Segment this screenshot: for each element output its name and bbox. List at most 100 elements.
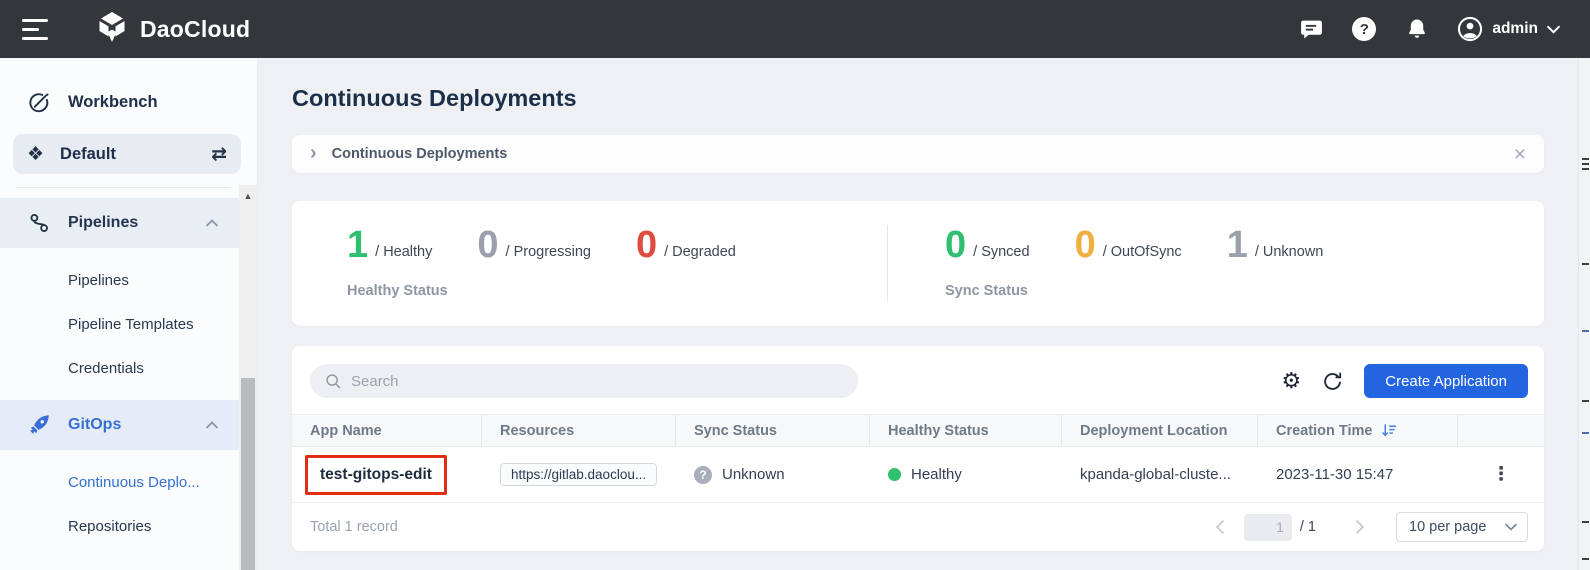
- page-scrollbar[interactable]: [1578, 58, 1590, 570]
- column-header-sync-status[interactable]: Sync Status: [676, 415, 870, 446]
- stat-healthy: 1 / Healthy: [347, 228, 432, 262]
- healthy-status-text: Healthy: [911, 466, 962, 483]
- stat-outofsync-value: 0: [1075, 228, 1096, 262]
- creation-time-cell: 2023-11-30 15:47: [1258, 466, 1458, 483]
- creation-time-label: Creation Time: [1276, 423, 1372, 439]
- stat-unknown: 1 / Unknown: [1227, 228, 1324, 262]
- chevron-down-icon: [1547, 25, 1560, 34]
- hamburger-menu-icon[interactable]: [22, 19, 48, 40]
- user-menu[interactable]: admin: [1457, 16, 1560, 42]
- column-header-app-name[interactable]: App Name: [292, 415, 482, 446]
- column-header-healthy-status[interactable]: Healthy Status: [870, 415, 1062, 446]
- sidebar-item-workbench[interactable]: Workbench: [0, 80, 257, 124]
- stat-progressing-label: / Progressing: [506, 244, 591, 262]
- stat-degraded-value: 0: [636, 228, 657, 262]
- pagination: 1 / 1 10 per page: [1214, 512, 1528, 542]
- sidebar-scrollbar-thumb[interactable]: [241, 378, 255, 570]
- applications-table-card: ⚙ Create Application App Name Resources …: [292, 346, 1544, 551]
- table-header: App Name Resources Sync Status Healthy S…: [292, 414, 1544, 447]
- sidebar-item-pipelines[interactable]: Pipelines: [0, 258, 257, 302]
- healthy-status-caption: Healthy Status: [347, 283, 887, 299]
- row-actions-cell: ⋮: [1458, 463, 1544, 486]
- page-size-value: 10 per page: [1409, 519, 1486, 535]
- diamond-icon: ❖: [27, 143, 44, 166]
- rocket-icon: [27, 413, 51, 437]
- question-circle-icon: ?: [694, 466, 712, 484]
- resource-url-chip[interactable]: https://gitlab.daoclou...: [500, 463, 657, 486]
- search-icon: [324, 372, 342, 390]
- column-header-creation-time[interactable]: Creation Time: [1258, 415, 1458, 446]
- chevron-down-icon: [1495, 523, 1517, 531]
- column-header-resources[interactable]: Resources: [482, 415, 676, 446]
- scroll-up-arrow-icon[interactable]: ▲: [239, 191, 257, 201]
- username-label: admin: [1492, 20, 1538, 38]
- stat-progressing: 0 / Progressing: [477, 228, 591, 262]
- column-header-deployment-location[interactable]: Deployment Location: [1062, 415, 1258, 446]
- current-page-input[interactable]: 1: [1244, 514, 1292, 541]
- avatar-icon: [1457, 16, 1483, 42]
- search-box[interactable]: [310, 364, 858, 398]
- stat-outofsync: 0 / OutOfSync: [1075, 228, 1182, 262]
- page-size-select[interactable]: 10 per page: [1396, 512, 1528, 542]
- swap-icon[interactable]: ⇄: [211, 143, 227, 166]
- app-name-highlight[interactable]: test-gitops-edit: [305, 455, 447, 495]
- stat-unknown-value: 1: [1227, 228, 1248, 262]
- total-records-label: Total 1 record: [310, 519, 398, 535]
- breadcrumb: › Continuous Deployments ×: [292, 135, 1544, 173]
- workbench-icon: [27, 90, 51, 114]
- kebab-menu-icon[interactable]: ⋮: [1492, 463, 1511, 486]
- search-input[interactable]: [351, 373, 844, 390]
- main-content: Continuous Deployments › Continuous Depl…: [258, 58, 1590, 570]
- daocloud-logo-icon: [94, 9, 130, 50]
- help-icon[interactable]: ?: [1351, 16, 1377, 42]
- sidebar-group-pipelines[interactable]: Pipelines: [0, 198, 240, 248]
- sidebar-scrollbar[interactable]: ▲: [239, 185, 257, 570]
- status-summary-card: 1 / Healthy 0 / Progressing 0 / Degraded…: [292, 201, 1544, 326]
- sidebar-group-gitops[interactable]: GitOps: [0, 400, 240, 450]
- chevron-right-icon: ›: [310, 143, 317, 163]
- sync-status-caption: Sync Status: [945, 283, 1544, 299]
- prev-page-icon[interactable]: [1214, 520, 1226, 534]
- table-footer: Total 1 record 1 / 1 10 per page: [292, 503, 1544, 551]
- workspace-selector[interactable]: ❖ Default ⇄: [13, 134, 241, 174]
- gitops-group-label: GitOps: [68, 416, 121, 434]
- app-name-cell[interactable]: test-gitops-edit: [292, 455, 482, 495]
- sidebar: Workbench ❖ Default ⇄ Pipelines Pipeline…: [0, 58, 258, 570]
- stat-outofsync-label: / OutOfSync: [1103, 244, 1182, 262]
- sync-status-group: 0 / Synced 0 / OutOfSync 1 / Unknown Syn…: [888, 201, 1544, 326]
- brand[interactable]: DaoCloud: [94, 9, 250, 50]
- table-row[interactable]: test-gitops-edit https://gitlab.daoclou.…: [292, 447, 1544, 503]
- gear-icon[interactable]: ⚙: [1282, 370, 1302, 392]
- healthy-status-group: 1 / Healthy 0 / Progressing 0 / Degraded…: [292, 201, 887, 326]
- page-title: Continuous Deployments: [292, 85, 1544, 112]
- stat-synced-value: 0: [945, 228, 966, 262]
- stat-degraded-label: / Degraded: [664, 244, 736, 262]
- sidebar-item-pipeline-templates[interactable]: Pipeline Templates: [0, 302, 257, 346]
- chevron-up-icon: [206, 421, 218, 429]
- chevron-up-icon: [206, 219, 218, 227]
- stat-unknown-label: / Unknown: [1255, 244, 1324, 262]
- sidebar-divider: [16, 187, 231, 188]
- chat-icon[interactable]: [1298, 16, 1324, 42]
- pipelines-group-label: Pipelines: [68, 214, 138, 232]
- sidebar-item-continuous-deployments[interactable]: Continuous Deplo...: [0, 460, 257, 504]
- stat-synced-label: / Synced: [973, 244, 1029, 262]
- sort-descending-icon[interactable]: [1381, 422, 1398, 439]
- sidebar-item-credentials[interactable]: Credentials: [0, 346, 257, 390]
- bell-icon[interactable]: [1404, 16, 1430, 42]
- breadcrumb-label[interactable]: Continuous Deployments: [332, 146, 508, 162]
- close-icon[interactable]: ×: [1514, 144, 1526, 165]
- stat-healthy-label: / Healthy: [375, 244, 432, 262]
- healthy-status-cell: Healthy: [870, 466, 1062, 483]
- sync-status-text: Unknown: [722, 466, 785, 483]
- sidebar-item-repositories[interactable]: Repositories: [0, 504, 257, 548]
- next-page-icon[interactable]: [1354, 520, 1366, 534]
- table-toolbar: ⚙ Create Application: [292, 346, 1544, 398]
- pipeline-icon: [27, 211, 51, 235]
- sync-status-cell: ? Unknown: [676, 466, 870, 484]
- deployment-location-cell: kpanda-global-cluste...: [1062, 466, 1258, 483]
- refresh-icon[interactable]: [1322, 371, 1343, 392]
- create-application-button[interactable]: Create Application: [1364, 364, 1528, 398]
- stat-progressing-value: 0: [477, 228, 498, 262]
- workbench-label: Workbench: [68, 93, 158, 112]
